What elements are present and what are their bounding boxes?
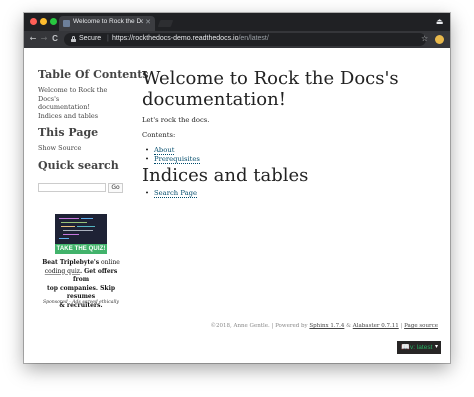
prerequisites-link[interactable]: Prerequisites (154, 155, 200, 165)
forward-icon[interactable]: → (39, 34, 49, 44)
sphinx-link[interactable]: Sphinx 1.7.4 (309, 323, 344, 329)
back-icon[interactable]: ← (28, 34, 38, 44)
minimize-window-button[interactable] (40, 18, 47, 25)
list-item: Prerequisites (142, 155, 442, 165)
this-page-heading: This Page (38, 126, 99, 140)
sponsored-label[interactable]: Sponsored · Ads served ethically (38, 300, 124, 305)
ad-text-prefix: Beat (42, 259, 60, 266)
ad-brand: Triplebyte's (59, 259, 100, 266)
ad-image[interactable]: TAKE THE QUIZ! (55, 214, 107, 254)
browser-toolbar: ← → C Secure | https://rockthedocs-demo.… (24, 31, 450, 48)
page-title: Welcome to Rock the Docs's documentation… (142, 68, 399, 110)
sidebar: Table Of Contents Welcome to Rock the Do… (38, 68, 149, 309)
version-selector[interactable]: 📖 v: latest ▾ (397, 341, 441, 354)
code-line (59, 238, 69, 240)
contents-list: About Prerequisites (142, 146, 442, 165)
tab-title: Welcome to Rock the Docs's d (73, 18, 143, 25)
toc-link-welcome-line1: Welcome to Rock the Docs's (38, 86, 108, 103)
tab-active[interactable]: Welcome to Rock the Docs's d ✕ (59, 16, 155, 31)
quick-search-form: Go (38, 183, 123, 193)
show-source-link[interactable]: Show Source (38, 144, 128, 153)
toc-link-welcome[interactable]: Welcome to Rock the Docs's documentation! (38, 86, 128, 112)
footer-amp: & (346, 323, 352, 329)
intro-text: Let's rock the docs. (142, 116, 210, 124)
ad-text-line2: . Get offers from (72, 267, 118, 284)
code-line (63, 234, 79, 236)
powered-by-text: Powered by (275, 323, 308, 329)
alabaster-link[interactable]: Alabaster 0.7.11 (353, 323, 399, 329)
secure-label: Secure (79, 35, 102, 42)
code-line (63, 230, 93, 232)
extension-icon[interactable] (435, 35, 444, 44)
page-content: Table Of Contents Welcome to Rock the Do… (24, 48, 450, 363)
main-content: Welcome to Rock the Docs's documentation… (142, 68, 442, 199)
maximize-window-button[interactable] (50, 18, 57, 25)
bookmark-star-icon[interactable]: ☆ (421, 34, 428, 44)
code-line (81, 218, 93, 220)
quick-search-heading: Quick search (38, 158, 119, 172)
tab-close-icon[interactable]: ✕ (145, 18, 151, 27)
ad-text-suffix: online (99, 259, 120, 266)
toc-link-indices[interactable]: Indices and tables (38, 112, 128, 121)
indices-list: Search Page (142, 188, 442, 199)
url-separator: | (107, 35, 109, 42)
footer-separator: | (271, 323, 274, 329)
close-window-button[interactable] (30, 18, 37, 25)
list-item: About (142, 146, 442, 156)
copyright-text: ©2018, Anne Gentle. (210, 323, 270, 329)
version-label: v: latest (410, 344, 433, 351)
footer: ©2018, Anne Gentle. | Powered by Sphinx … (24, 323, 439, 329)
reload-icon[interactable]: C (50, 34, 60, 44)
indices-heading: Indices and tables (142, 164, 309, 186)
code-line (61, 226, 75, 228)
new-tab-button[interactable] (157, 20, 174, 27)
list-item: Search Page (142, 188, 442, 199)
url-text[interactable]: https://rockthedocs-demo.readthedocs.io/… (112, 35, 269, 42)
caret-down-icon: ▾ (434, 344, 438, 350)
ad-text-line3: top companies. Skip resumes (46, 284, 116, 301)
search-input[interactable] (38, 183, 106, 192)
lock-icon (71, 36, 76, 42)
book-icon: 📖 (401, 344, 410, 351)
favicon-icon (63, 20, 70, 27)
coding-quiz-link[interactable]: coding quiz (45, 268, 80, 275)
page-source-link[interactable]: Page source (404, 323, 438, 329)
search-page-link[interactable]: Search Page (154, 188, 198, 198)
tab-bar: Welcome to Rock the Docs's d ✕ ⏏ (24, 13, 450, 31)
take-quiz-button[interactable]: TAKE THE QUIZ! (55, 244, 107, 254)
contents-label: Contents: (142, 131, 176, 139)
footer-separator: | (400, 323, 403, 329)
profile-icon[interactable]: ⏏ (435, 17, 444, 26)
toc-heading: Table Of Contents (38, 68, 149, 81)
go-button[interactable]: Go (108, 183, 123, 193)
toc-link-welcome-line2: documentation! (38, 103, 90, 112)
code-line (59, 218, 79, 220)
code-line (61, 222, 87, 224)
url-host: https://rockthedocs-demo.readthedocs.io (112, 35, 239, 42)
address-bar[interactable]: Secure | https://rockthedocs-demo.readth… (64, 33, 426, 46)
about-link[interactable]: About (154, 146, 175, 155)
browser-window: Welcome to Rock the Docs's d ✕ ⏏ ← → C S… (24, 13, 450, 363)
url-path: /en/latest/ (238, 35, 269, 42)
code-line (77, 226, 95, 228)
